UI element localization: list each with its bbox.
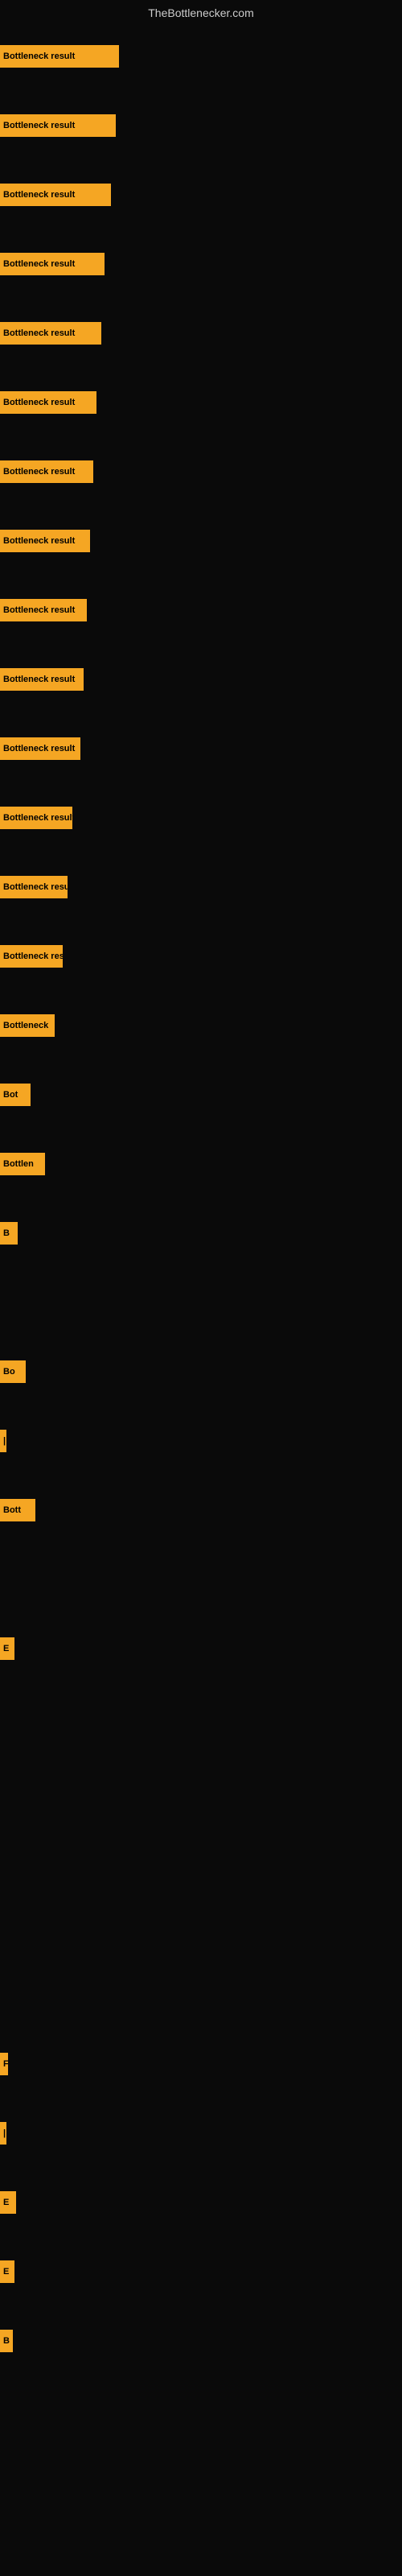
bottleneck-bar-label: Bottleneck result [3, 190, 75, 200]
bottleneck-bar-label: Bottleneck result [3, 467, 75, 477]
bottleneck-bar: | [0, 2122, 6, 2145]
bottleneck-bar-label: Bottleneck result [3, 882, 68, 892]
bottleneck-bar: F [0, 2053, 8, 2075]
bottleneck-bar-label: Bottleneck result [3, 675, 75, 684]
bottleneck-bar: Bottleneck result [0, 876, 68, 898]
bottleneck-bar-label: E [3, 2267, 9, 2277]
bottleneck-bar: Bottleneck result [0, 807, 72, 829]
bottleneck-bar: Bottleneck result [0, 599, 87, 621]
bottleneck-bar: Bottleneck result [0, 460, 93, 483]
bottleneck-bar: Bottleneck result [0, 322, 101, 345]
bottleneck-bar: E [0, 1637, 14, 1660]
bottleneck-bar-label: Bottleneck result [3, 744, 75, 753]
bottleneck-bar: Bottleneck result [0, 184, 111, 206]
bottleneck-bar: Bottleneck result [0, 668, 84, 691]
bottleneck-bar: Bottleneck result [0, 253, 105, 275]
bottleneck-bar: Bo [0, 1360, 26, 1383]
bottleneck-bar: E [0, 2260, 14, 2283]
bottleneck-bar: Bott [0, 1499, 35, 1521]
bottleneck-bar-label: Bottleneck result [3, 328, 75, 338]
bottleneck-bar: | [0, 1430, 6, 1452]
bottleneck-bar: Bottleneck result [0, 114, 116, 137]
bottleneck-bar-label: Bottleneck result [3, 952, 63, 961]
bottleneck-bar-label: Bo [3, 1367, 15, 1377]
bottleneck-bar-label: Bottleneck result [3, 398, 75, 407]
bottleneck-bar: B [0, 2330, 13, 2352]
bottleneck-bar-label: Bottleneck result [3, 52, 75, 61]
bottleneck-bar: Bottleneck result [0, 945, 63, 968]
bottleneck-bar-label: B [3, 2336, 10, 2346]
bottleneck-bar-label: Bott [3, 1505, 21, 1515]
bottleneck-bar-label: E [3, 1644, 9, 1653]
bottleneck-bar-label: Bottleneck [3, 1021, 48, 1030]
bottleneck-bar-label: F [3, 2059, 8, 2069]
bottleneck-bar: Bottleneck result [0, 530, 90, 552]
bottleneck-bar: Bottleneck result [0, 737, 80, 760]
bottleneck-bar: Bottleneck result [0, 45, 119, 68]
bottleneck-bar: Bot [0, 1084, 31, 1106]
site-title: TheBottlenecker.com [0, 2, 402, 24]
bottleneck-bar-label: | [3, 2128, 6, 2138]
bottleneck-bar-label: Bottleneck result [3, 813, 72, 823]
bottleneck-bar-label: Bottlen [3, 1159, 34, 1169]
bottleneck-bar-label: E [3, 2198, 9, 2207]
bottleneck-bar-label: B [3, 1228, 10, 1238]
bottleneck-bar-label: Bot [3, 1090, 18, 1100]
bottleneck-bar: B [0, 1222, 18, 1245]
bottleneck-bar-label: Bottleneck result [3, 605, 75, 615]
bottleneck-bar: Bottleneck [0, 1014, 55, 1037]
bottleneck-bar: Bottlen [0, 1153, 45, 1175]
bottleneck-bar: E [0, 2191, 16, 2214]
bottleneck-bar-label: Bottleneck result [3, 121, 75, 130]
bottleneck-bar: Bottleneck result [0, 391, 96, 414]
bottleneck-bar-label: Bottleneck result [3, 536, 75, 546]
bottleneck-bar-label: | [3, 1436, 6, 1446]
bottleneck-bar-label: Bottleneck result [3, 259, 75, 269]
